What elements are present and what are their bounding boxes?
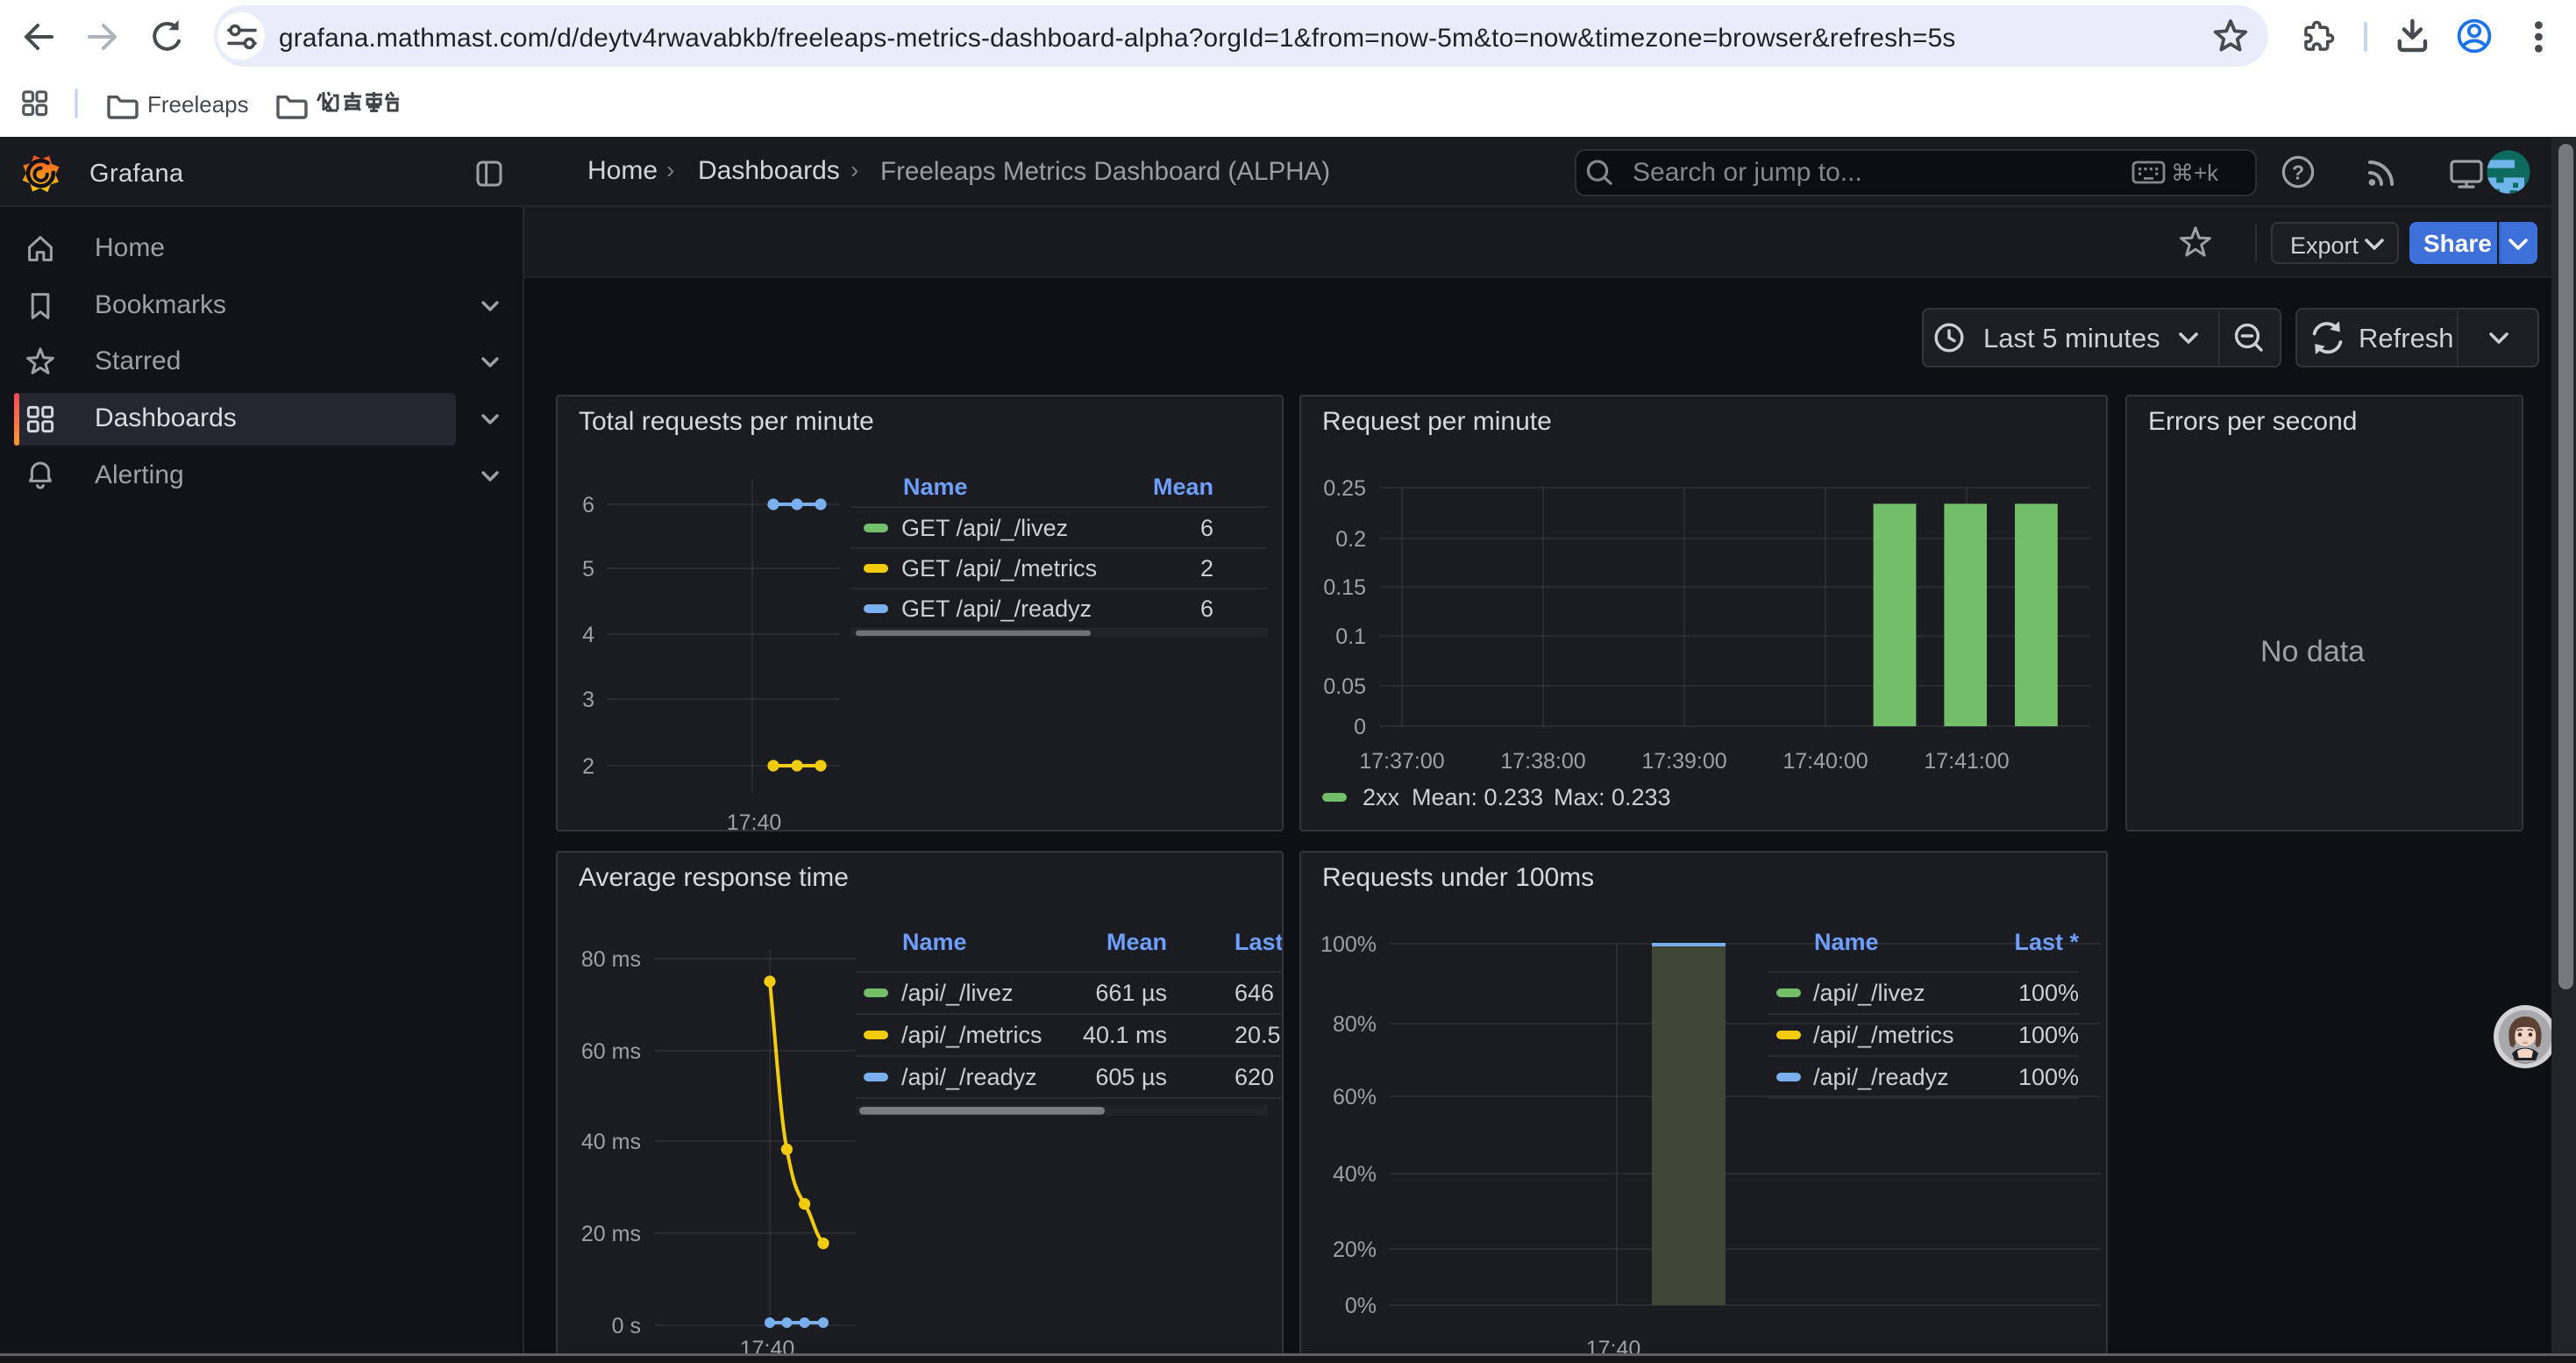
svg-text:Mean: Mean [1107,929,1167,955]
svg-text:/api/_/livez: /api/_/livez [901,980,1014,1006]
svg-text:/api/_/livez: /api/_/livez [1813,980,1925,1006]
svg-text:6: 6 [1200,596,1213,622]
svg-text:Name: Name [1814,929,1879,955]
svg-text:17:40: 17:40 [727,810,782,830]
svg-text:17:40:00: 17:40:00 [1783,749,1868,774]
svg-text:Name: Name [903,474,968,500]
svg-text:0.1: 0.1 [1335,624,1366,649]
svg-text:80%: 80% [1333,1012,1377,1037]
svg-text:20.5 r: 20.5 r [1235,1022,1282,1048]
svg-text:100%: 100% [2018,1064,2079,1090]
svg-text:Max: 0.233: Max: 0.233 [1554,784,1671,810]
svg-text:0.2: 0.2 [1335,527,1366,552]
svg-text:620: 620 [1235,1064,1274,1090]
svg-text:3: 3 [582,688,594,712]
svg-text:5: 5 [582,557,594,582]
svg-text:100%: 100% [2018,980,2079,1006]
svg-text:661 µs: 661 µs [1095,980,1167,1006]
svg-text:Last *: Last * [1235,929,1282,955]
svg-text:/api/_/readyz: /api/_/readyz [901,1064,1037,1090]
svg-text:/api/_/readyz: /api/_/readyz [1813,1064,1949,1090]
svg-text:2: 2 [1200,555,1213,582]
svg-text:40.1 ms: 40.1 ms [1083,1022,1167,1048]
svg-text:40 ms: 40 ms [581,1130,641,1154]
svg-text:0.15: 0.15 [1323,575,1366,600]
svg-text:605 µs: 605 µs [1095,1064,1167,1090]
svg-text:100%: 100% [1320,932,1377,957]
svg-text:6: 6 [582,493,594,517]
svg-text:60%: 60% [1333,1085,1377,1110]
svg-text:4: 4 [582,623,594,647]
svg-text:0%: 0% [1345,1294,1377,1318]
svg-text:646: 646 [1235,980,1274,1006]
svg-text:GET /api/_/readyz: GET /api/_/readyz [901,596,1092,622]
svg-text:100%: 100% [2018,1022,2079,1048]
svg-text:80 ms: 80 ms [581,947,641,972]
svg-text:17:41:00: 17:41:00 [1924,749,2009,774]
svg-text:40%: 40% [1333,1162,1377,1187]
svg-text:Mean: Mean [1153,474,1213,500]
svg-text:Mean: 0.233: Mean: 0.233 [1412,784,1543,810]
svg-text:17:38:00: 17:38:00 [1500,749,1585,774]
svg-text:?: ? [2292,161,2304,183]
svg-text:0 s: 0 s [612,1314,641,1338]
svg-text:GET /api/_/metrics: GET /api/_/metrics [901,555,1097,582]
svg-text:60 ms: 60 ms [581,1039,641,1064]
svg-text:0: 0 [1354,715,1366,739]
svg-text:0.05: 0.05 [1323,674,1366,699]
svg-text:/api/_/metrics: /api/_/metrics [901,1022,1042,1048]
svg-text:Name: Name [902,929,967,955]
svg-text:GET /api/_/livez: GET /api/_/livez [901,515,1068,541]
svg-text:2: 2 [582,754,594,779]
svg-text:/api/_/metrics: /api/_/metrics [1813,1022,1954,1048]
svg-text:17:39:00: 17:39:00 [1641,749,1726,774]
svg-text:2xx: 2xx [1363,784,1400,810]
svg-text:Last *: Last * [2014,929,2079,955]
svg-text:6: 6 [1200,515,1213,541]
svg-text:20 ms: 20 ms [581,1222,641,1246]
svg-text:17:37:00: 17:37:00 [1359,749,1444,774]
svg-text:20%: 20% [1333,1238,1377,1262]
svg-text:0.25: 0.25 [1323,476,1366,501]
